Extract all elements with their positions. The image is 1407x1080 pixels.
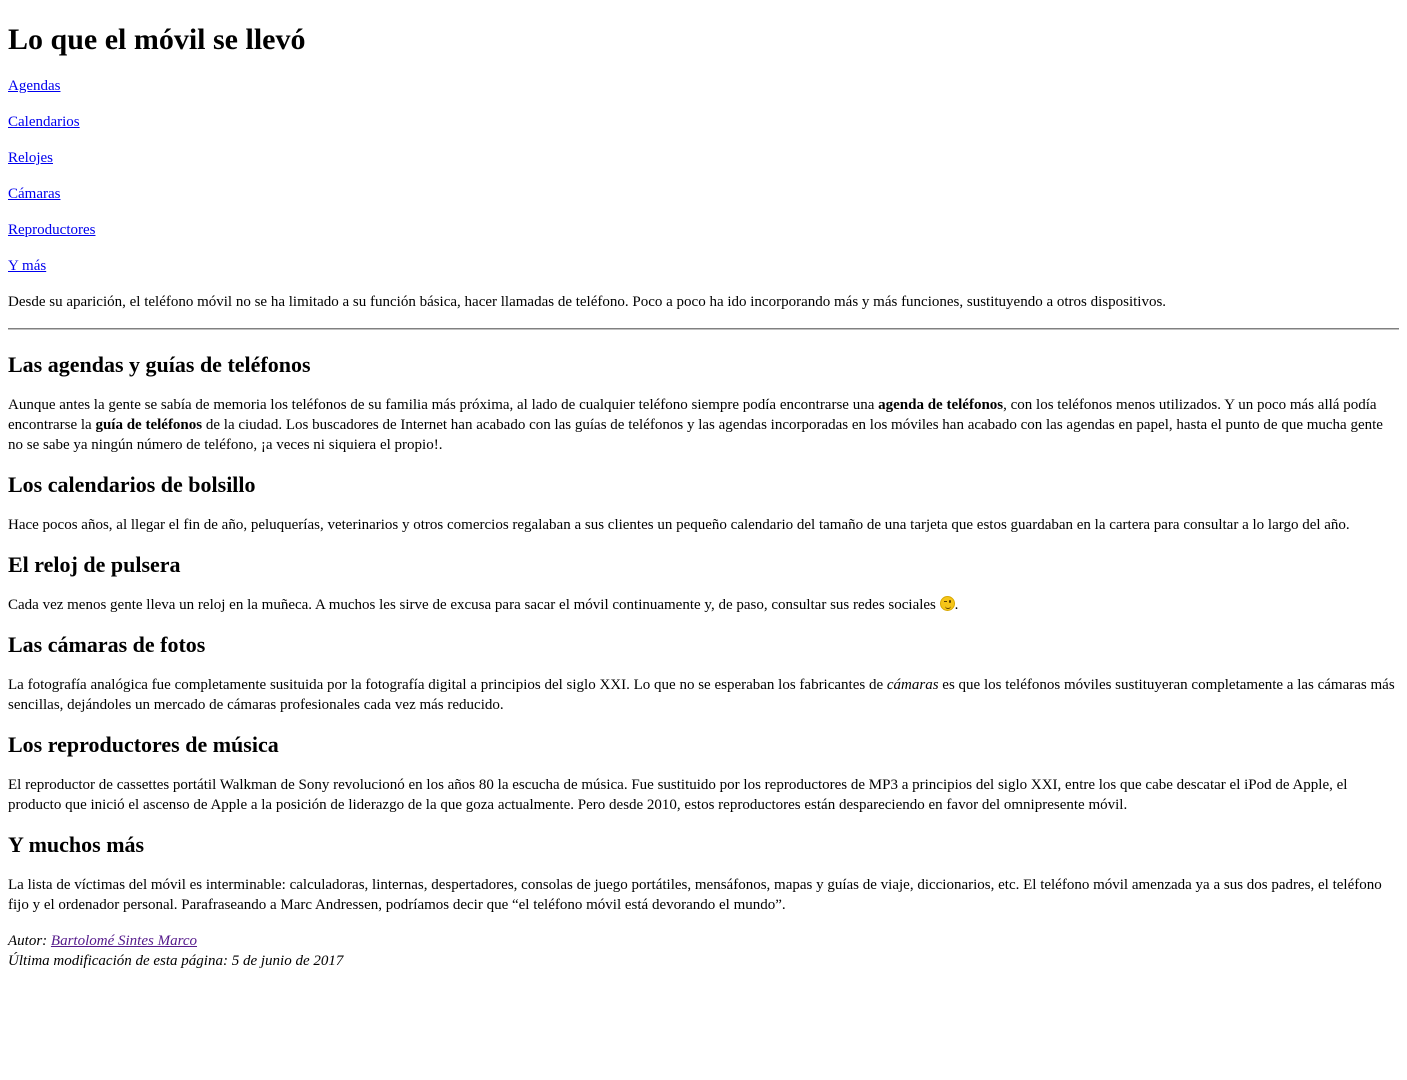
nav-item-mas: Y más	[8, 256, 1399, 276]
section-camaras: Las cámaras de fotos La fotografía analó…	[8, 631, 1399, 715]
text-run: Cada vez menos gente lleva un reloj en l…	[8, 597, 940, 613]
text-run: de la ciudad. Los buscadores de Internet…	[8, 417, 1383, 453]
section-text-mas: La lista de víctimas del móvil es interm…	[8, 877, 1382, 913]
section-heading-agendas: Las agendas y guías de teléfonos	[8, 352, 311, 377]
nav-item-camaras: Cámaras	[8, 184, 1399, 204]
section-heading-relojes: El reloj de pulsera	[8, 552, 181, 577]
author-prefix: Autor:	[8, 933, 51, 949]
section-agendas: Las agendas y guías de teléfonos Aunque …	[8, 351, 1399, 455]
wink-emoji-icon	[939, 596, 955, 611]
section-reproductores: Los reproductores de música El reproduct…	[8, 731, 1399, 815]
bold-term: guía de teléfonos	[95, 417, 203, 433]
emphasis-term: cámaras	[886, 677, 939, 693]
text-run: Aunque antes la gente se sabía de memori…	[8, 397, 879, 413]
nav-link-calendarios[interactable]: Calendarios	[8, 114, 80, 130]
nav-link-mas[interactable]: Y más	[8, 258, 46, 274]
bold-term: agenda de teléfonos	[878, 397, 1004, 413]
section-nav: Agendas Calendarios Relojes Cámaras Repr…	[8, 76, 1399, 276]
nav-item-relojes: Relojes	[8, 148, 1399, 168]
section-heading-calendarios: Los calendarios de bolsillo	[8, 472, 256, 497]
section-heading-mas: Y muchos más	[8, 832, 145, 857]
page-footer: Autor: Bartolomé Sintes Marco Última mod…	[8, 931, 1399, 971]
author-link[interactable]: Bartolomé Sintes Marco	[51, 933, 197, 949]
section-text-camaras: La fotografía analógica fue completament…	[8, 675, 1399, 715]
text-run: .	[954, 597, 959, 613]
divider	[8, 328, 1399, 330]
text-run: La fotografía analógica fue completament…	[8, 677, 887, 693]
section-text-reproductores: El reproductor de cassettes portátil Wal…	[8, 777, 1348, 813]
section-text-calendarios: Hace pocos años, al llegar el fin de año…	[8, 517, 1350, 533]
nav-link-reproductores[interactable]: Reproductores	[8, 222, 95, 238]
section-relojes: El reloj de pulsera Cada vez menos gente…	[8, 551, 1399, 615]
nav-item-calendarios: Calendarios	[8, 112, 1399, 132]
nav-item-reproductores: Reproductores	[8, 220, 1399, 240]
page: Lo que el móvil se llevó Agendas Calenda…	[0, 22, 1407, 971]
section-heading-camaras: Las cámaras de fotos	[8, 632, 206, 657]
section-calendarios: Los calendarios de bolsillo Hace pocos a…	[8, 471, 1399, 535]
nav-link-camaras[interactable]: Cámaras	[8, 186, 60, 202]
page-title: Lo que el móvil se llevó	[8, 23, 306, 56]
intro-paragraph: Desde su aparición, el teléfono móvil no…	[8, 294, 1167, 310]
section-mas: Y muchos más La lista de víctimas del mó…	[8, 831, 1399, 915]
nav-link-agendas[interactable]: Agendas	[8, 78, 61, 94]
last-modified: Última modificación de esta página: 5 de…	[8, 953, 344, 969]
nav-item-agendas: Agendas	[8, 76, 1399, 96]
section-text-agendas: Aunque antes la gente se sabía de memori…	[8, 395, 1399, 455]
section-heading-reproductores: Los reproductores de música	[8, 732, 279, 757]
nav-link-relojes[interactable]: Relojes	[8, 150, 53, 166]
section-text-relojes: Cada vez menos gente lleva un reloj en l…	[8, 595, 1399, 615]
author-line: Autor: Bartolomé Sintes Marco	[8, 931, 1399, 951]
